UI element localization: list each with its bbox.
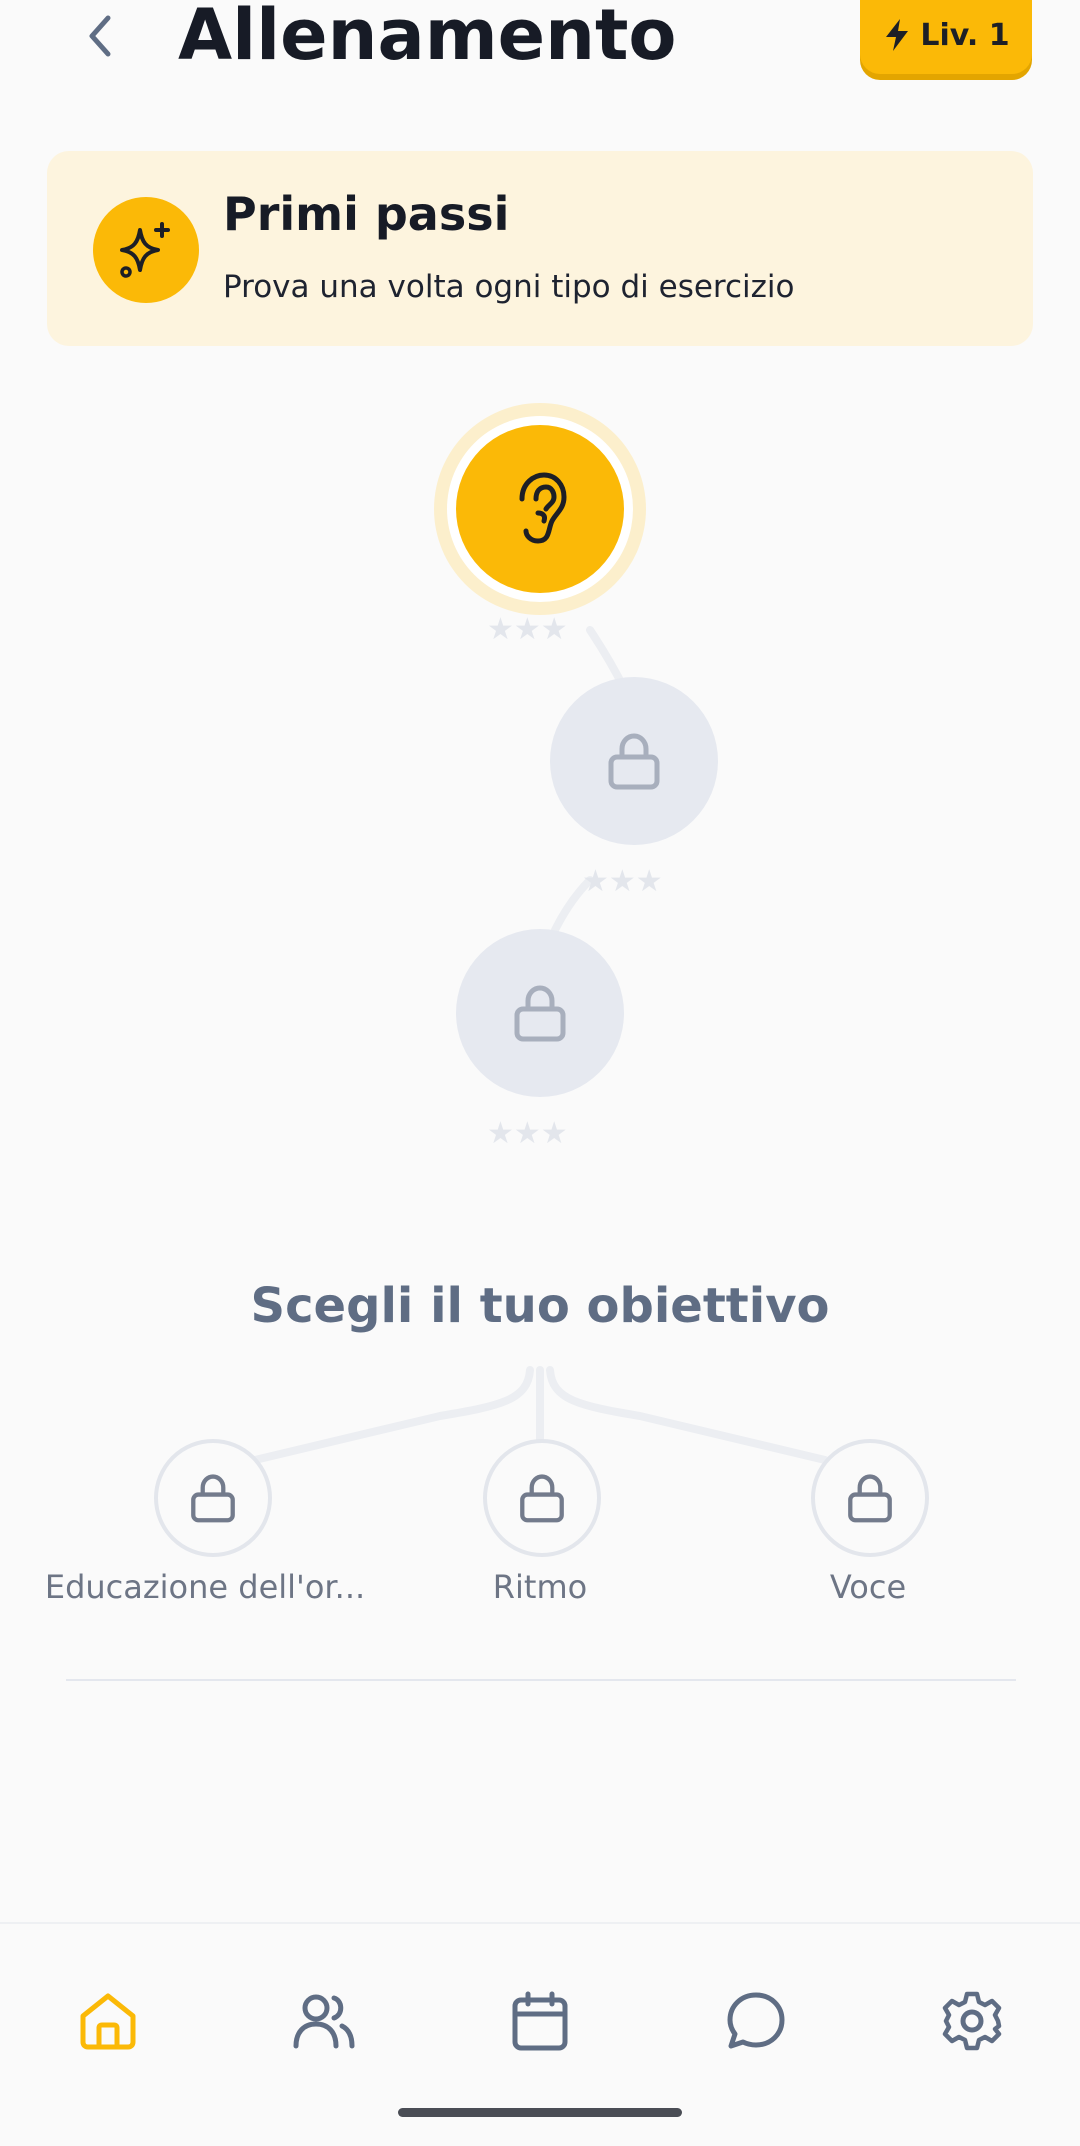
nav-settings-tab[interactable] (927, 1976, 1017, 2066)
node-3-stars: ★★★ (487, 1116, 568, 1151)
ear-icon (519, 472, 567, 544)
lock-icon (520, 1474, 564, 1523)
goal-ear-training-button[interactable] (154, 1439, 272, 1557)
home-icon (80, 1993, 136, 2050)
lock-icon (191, 1474, 235, 1523)
node-2-stars: ★★★ (582, 864, 663, 899)
lock-icon (514, 985, 566, 1042)
lesson-node-2-locked[interactable] (550, 677, 718, 845)
nav-chat-tab[interactable] (711, 1976, 801, 2066)
goal-voice-label: Voce (829, 1568, 907, 1606)
goal-ear-training-label: Educazione dell'or... (44, 1568, 366, 1606)
calendar-icon (512, 1991, 568, 2051)
gear-icon (942, 1991, 1002, 2051)
nav-home-tab[interactable] (63, 1976, 153, 2066)
goal-voice-button[interactable] (811, 1439, 929, 1557)
goals-section-title: Scegli il tuo obiettivo (250, 1278, 830, 1334)
lock-icon (608, 733, 660, 790)
section-divider (66, 1679, 1016, 1681)
home-indicator[interactable] (398, 2108, 682, 2117)
goal-rhythm-label: Ritmo (492, 1568, 588, 1606)
nav-calendar-tab[interactable] (495, 1976, 585, 2066)
lesson-node-1[interactable] (456, 425, 624, 593)
chat-icon (727, 1992, 785, 2049)
nav-friends-tab[interactable] (279, 1976, 369, 2066)
users-icon (293, 1994, 355, 2049)
node-1-stars: ★★★ (487, 612, 568, 647)
lesson-node-3-locked[interactable] (456, 929, 624, 1097)
goal-rhythm-button[interactable] (483, 1439, 601, 1557)
lock-icon (848, 1474, 892, 1523)
